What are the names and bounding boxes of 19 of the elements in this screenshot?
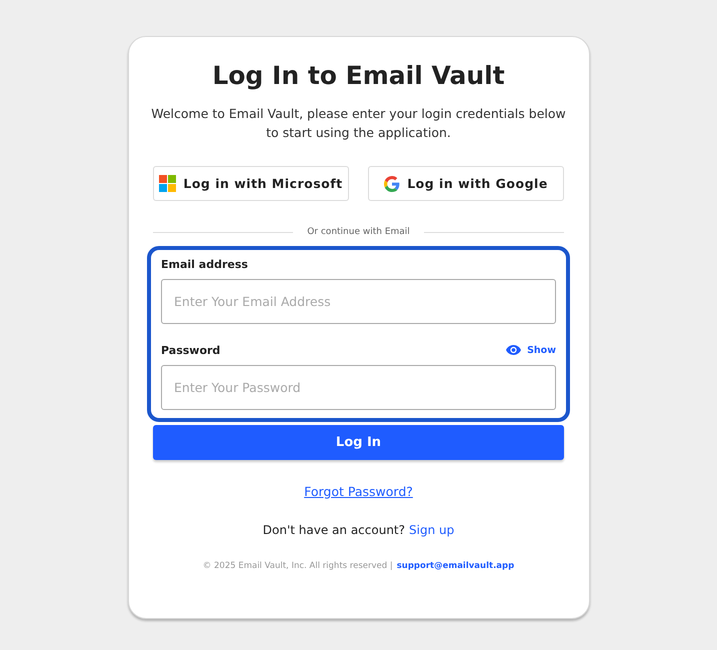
login-button[interactable]: Log In bbox=[153, 425, 564, 460]
signup-prompt: Don't have an account? bbox=[262, 523, 405, 537]
field-label: Password bbox=[161, 344, 220, 356]
signup-link[interactable]: Sign up bbox=[409, 523, 454, 537]
show-password-toggle[interactable]: Show bbox=[506, 344, 556, 356]
g-letter-icon bbox=[384, 176, 400, 192]
page-title: Log In to Email Vault bbox=[212, 61, 505, 90]
field-label: Email address bbox=[161, 258, 248, 270]
support-email-link[interactable]: support@emailvault.app bbox=[396, 561, 514, 571]
copyright-text: © 2025 Email Vault, Inc. All rights reserved | bbox=[202, 561, 393, 571]
eye-icon bbox=[506, 345, 522, 355]
google-login-button[interactable]: Log in with Google bbox=[368, 166, 564, 201]
forgot-password-link[interactable]: Forgot Password? bbox=[304, 484, 413, 499]
divider-text: Or continue with Email bbox=[307, 227, 410, 237]
microsoft-login-button[interactable]: Log in with Microsoft bbox=[153, 166, 349, 201]
intro-text: Welcome to Email Vault, please enter your login credentials below to start using the application. bbox=[150, 105, 567, 142]
text-field[interactable]: Enter Your Password bbox=[161, 365, 556, 410]
text-field[interactable]: Enter Your Email Address bbox=[161, 279, 556, 324]
four-squares-icon bbox=[159, 175, 176, 192]
